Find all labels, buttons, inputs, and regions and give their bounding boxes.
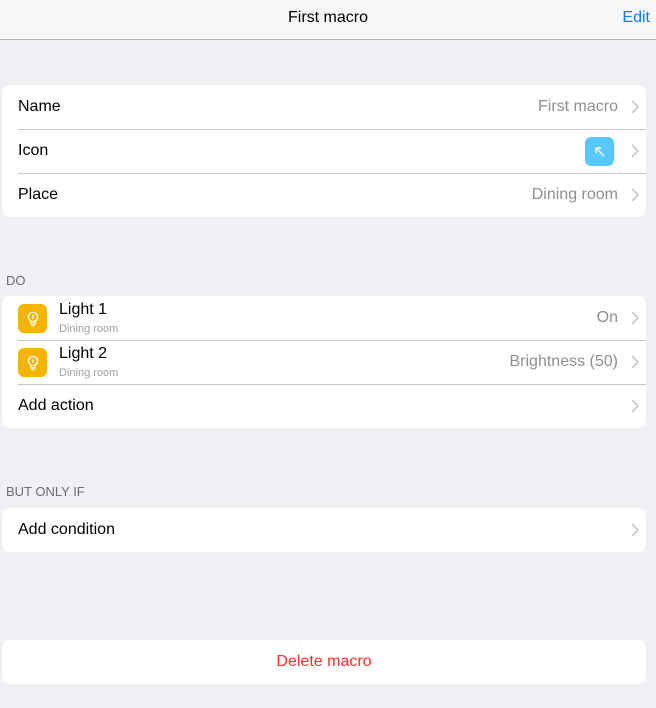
place-value: Dining room [531, 186, 618, 203]
delete-macro-button[interactable]: Delete macro [2, 640, 646, 684]
condition-section-header: BUT ONLY IF [6, 484, 85, 499]
icon-label: Icon [18, 142, 49, 159]
place-row[interactable]: Place Dining room [2, 173, 646, 217]
action-row-light-1[interactable]: Light 1 Dining room On [2, 296, 646, 340]
icon-row[interactable]: Icon [2, 129, 646, 173]
add-condition-label: Add condition [18, 521, 115, 538]
action-device-name: Light 2 [59, 345, 108, 362]
do-section-header: DO [6, 273, 26, 288]
action-device-place: Dining room [59, 367, 119, 379]
navigation-bar: First macro Edit [0, 0, 656, 40]
general-settings-group: Name First macro Icon Place Dining room [2, 85, 646, 217]
actions-group: Light 1 Dining room On Light 2 Dining ro… [2, 296, 646, 428]
action-value: On [596, 309, 618, 326]
chevron-right-icon [631, 355, 640, 369]
place-label: Place [18, 186, 59, 203]
edit-button[interactable]: Edit [622, 9, 650, 27]
lightbulb-icon [18, 304, 47, 333]
action-device-name: Light 1 [59, 301, 108, 318]
chevron-right-icon [631, 100, 640, 114]
name-value: First macro [538, 98, 618, 115]
chevron-right-icon [631, 188, 640, 202]
add-action-label: Add action [18, 397, 94, 414]
lightbulb-icon [18, 348, 47, 377]
add-action-row[interactable]: Add action [2, 384, 646, 428]
name-row[interactable]: Name First macro [2, 85, 646, 129]
arrow-up-left-icon [585, 137, 614, 166]
action-value: Brightness (50) [509, 353, 619, 370]
chevron-right-icon [631, 144, 640, 158]
chevron-right-icon [631, 311, 640, 325]
action-row-light-2[interactable]: Light 2 Dining room Brightness (50) [2, 340, 646, 384]
chevron-right-icon [631, 399, 640, 413]
chevron-right-icon [631, 523, 640, 537]
page-title: First macro [288, 9, 368, 26]
name-label: Name [18, 98, 61, 115]
delete-macro-label: Delete macro [276, 653, 372, 670]
add-condition-row[interactable]: Add condition [2, 508, 646, 552]
conditions-group: Add condition [2, 508, 646, 552]
action-device-place: Dining room [59, 323, 119, 335]
